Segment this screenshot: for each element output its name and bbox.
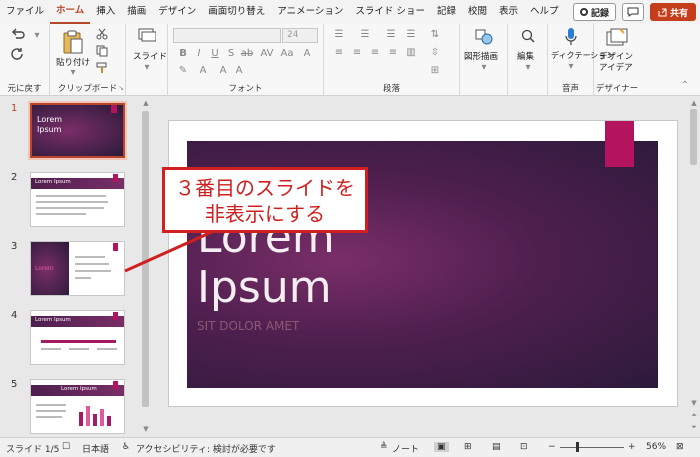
- normal-view-icon[interactable]: ▣: [434, 442, 449, 452]
- callout-box: ３番目のスライドを 非表示にする: [162, 167, 368, 233]
- accessibility-status[interactable]: アクセシビリティ: 検討が必要です: [136, 442, 276, 455]
- notes-icon[interactable]: ≜: [380, 442, 388, 452]
- callout-line-2: 非表示にする: [204, 202, 326, 226]
- status-bar: スライド 1/5 ☐ 日本語 ♿ アクセシビリティ: 検討が必要です ≜ ノート…: [0, 437, 700, 457]
- notes-button[interactable]: ノート: [392, 442, 419, 455]
- zoom-slider-thumb[interactable]: [576, 442, 579, 452]
- callout-line-1: ３番目のスライドを: [175, 176, 355, 200]
- slide-sorter-icon[interactable]: ⊞: [464, 442, 472, 452]
- slide-count[interactable]: スライド 1/5: [6, 442, 59, 455]
- language[interactable]: 日本語: [82, 442, 109, 455]
- reading-view-icon[interactable]: ▤: [492, 442, 501, 452]
- zoom-slider-track[interactable]: [560, 447, 624, 448]
- zoom-level[interactable]: 56%: [646, 442, 666, 452]
- zoom-out-icon[interactable]: −: [548, 442, 556, 452]
- zoom-in-icon[interactable]: +: [628, 442, 636, 452]
- spellcheck-icon[interactable]: ☐: [62, 442, 70, 452]
- accessibility-icon[interactable]: ♿: [122, 442, 130, 452]
- slideshow-icon[interactable]: ⊡: [520, 442, 528, 452]
- fit-slide-icon[interactable]: ⊠: [676, 442, 684, 452]
